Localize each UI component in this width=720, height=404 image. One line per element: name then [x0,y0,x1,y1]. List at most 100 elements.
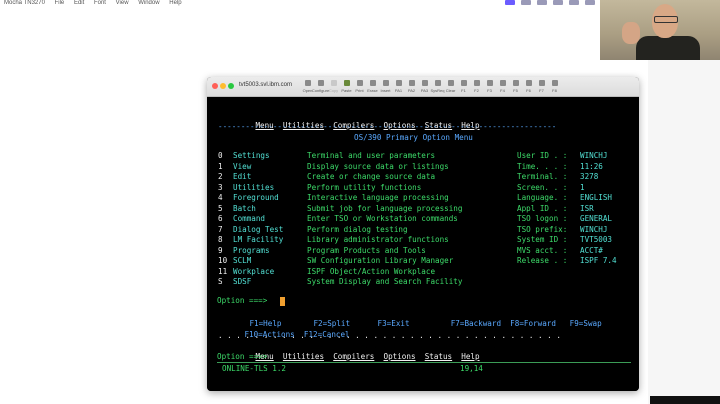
toolbar-f2-button[interactable]: F2 [470,79,483,95]
toolbar-label: F3 [487,88,492,93]
toolbar-pa1-button[interactable]: PA1 [392,79,405,95]
toolbar-label: Insert [380,88,391,93]
toolbar-label: PA1 [394,88,403,93]
input-cursor[interactable] [280,297,285,306]
info-label: Screen. . : [517,182,568,192]
option-name[interactable]: View [233,162,251,172]
menu-file[interactable]: File [55,0,65,6]
pa1-icon [395,80,402,86]
info-label: MVS acct. : [517,245,568,255]
toolbar-label: F6 [526,88,531,93]
pf-key-f3[interactable]: F3=Exit [378,319,410,328]
option-key[interactable]: 6 [218,214,223,224]
menu-edit[interactable]: Edit [74,0,84,6]
toolbar-f6-button[interactable]: F6 [522,79,535,95]
pf-key: F8 [510,319,520,328]
menu-item-compilers[interactable]: Compilers [333,352,374,361]
toolbar-f5-button[interactable]: F5 [509,79,522,95]
option-key[interactable]: 7 [218,225,223,235]
menu-font[interactable]: Font [94,0,106,6]
info-label: TSO logon : [517,214,568,223]
option-key[interactable]: 0 [218,151,223,161]
option-name[interactable]: Workplace [233,267,274,277]
menu-view[interactable]: View [116,0,129,6]
status-icon[interactable] [521,0,531,5]
pf-key: F7 [450,319,460,328]
pf-key-f9[interactable]: F9=Swap [570,319,602,328]
pf-key-f8[interactable]: F8=Forward [510,319,556,328]
open-icon [304,80,311,86]
toolbar-insert-button[interactable]: Insert [379,79,392,95]
option-key[interactable]: 3 [218,183,223,193]
toolbar-f4-button[interactable]: F4 [496,79,509,95]
option-description: ISPF Object/Action Workplace [307,266,436,276]
app-name[interactable]: Mocha TN3270 [4,0,45,6]
toolbar-pa2-button[interactable]: PA2 [405,79,418,95]
menu-item-status[interactable]: Status [425,352,452,361]
toolbar: Open Configure Copy Paste Print Erase In… [301,79,561,95]
option-name[interactable]: Settings [233,151,270,161]
option-key[interactable]: 5 [218,204,223,214]
toolbar-copy-button[interactable]: Copy [327,79,340,95]
info-value: 1 [580,182,585,192]
toolbar-configure-button[interactable]: Configure [312,79,329,95]
menu-item-help[interactable]: Help [461,352,479,361]
terminal-screen[interactable]: Menu Utilities Compilers Options Status … [207,97,639,391]
status-divider [217,362,631,363]
window-titlebar[interactable]: tvt5003.svl.ibm.com Open Configure Copy … [207,77,639,97]
option-name[interactable]: LM Facility [233,235,283,245]
option-name[interactable]: SCLM [233,256,251,266]
menu-window[interactable]: Window [138,0,159,6]
menu-item-utilities[interactable]: Utilities [283,352,324,361]
option-name[interactable]: Dialog Test [233,225,283,235]
option-description: Create or change source data [307,172,436,181]
status-icon[interactable] [553,0,563,5]
print-icon [356,80,363,86]
toolbar-f1-button[interactable]: F1 [457,79,470,95]
option-key[interactable]: 10 [218,256,227,266]
option-name[interactable]: SDSF [233,277,251,287]
option-key[interactable]: 8 [218,235,223,245]
toolbar-f7-button[interactable]: F7 [535,79,548,95]
option-name[interactable]: Foreground [233,193,279,203]
option-name[interactable]: Edit [233,172,251,182]
zoom-button[interactable] [228,83,234,89]
status-icon[interactable] [585,0,595,5]
option-name[interactable]: Programs [233,246,270,256]
menu-item-options[interactable]: Options [384,352,416,361]
pf-label: Forward [523,319,556,328]
option-key[interactable]: 1 [218,162,223,172]
f4-icon [499,80,506,86]
minimize-button[interactable] [220,83,226,89]
toolbar-paste-button[interactable]: Paste [340,79,353,95]
window-title: tvt5003.svl.ibm.com [239,82,293,88]
toolbar-clear-button[interactable]: Clear [444,79,457,95]
status-icon[interactable] [569,0,579,5]
menu-help[interactable]: Help [169,0,181,6]
toolbar-f8-button[interactable]: F8 [548,79,561,95]
status-icon[interactable] [505,0,515,5]
toolbar-sysreq-button[interactable]: SysReq [431,79,445,95]
option-key[interactable]: S [218,277,223,287]
option-key[interactable]: 4 [218,193,223,203]
option-name[interactable]: Batch [233,204,256,214]
paste-icon [343,80,350,86]
bottom-option-prompt[interactable]: Option ===> [217,352,267,362]
option-key[interactable]: 2 [218,172,223,182]
info-label: System ID : [517,235,568,244]
option-key[interactable]: 9 [218,246,223,256]
option-name[interactable]: Utilities [233,183,274,193]
toolbar-print-button[interactable]: Print [353,79,366,95]
info-label: Time. . . : [517,161,568,171]
erase-icon [369,80,376,86]
option-name[interactable]: Command [233,214,265,224]
pf-key-f7[interactable]: F7=Backward [451,319,501,328]
toolbar-pa3-button[interactable]: PA3 [418,79,431,95]
info-label: Terminal. : [517,172,568,181]
status-icon[interactable] [537,0,547,5]
option-key[interactable]: 11 [218,267,227,277]
close-button[interactable] [212,83,218,89]
toolbar-erase-button[interactable]: Erase [366,79,379,95]
toolbar-f3-button[interactable]: F3 [483,79,496,95]
presenter-hand [622,22,640,44]
